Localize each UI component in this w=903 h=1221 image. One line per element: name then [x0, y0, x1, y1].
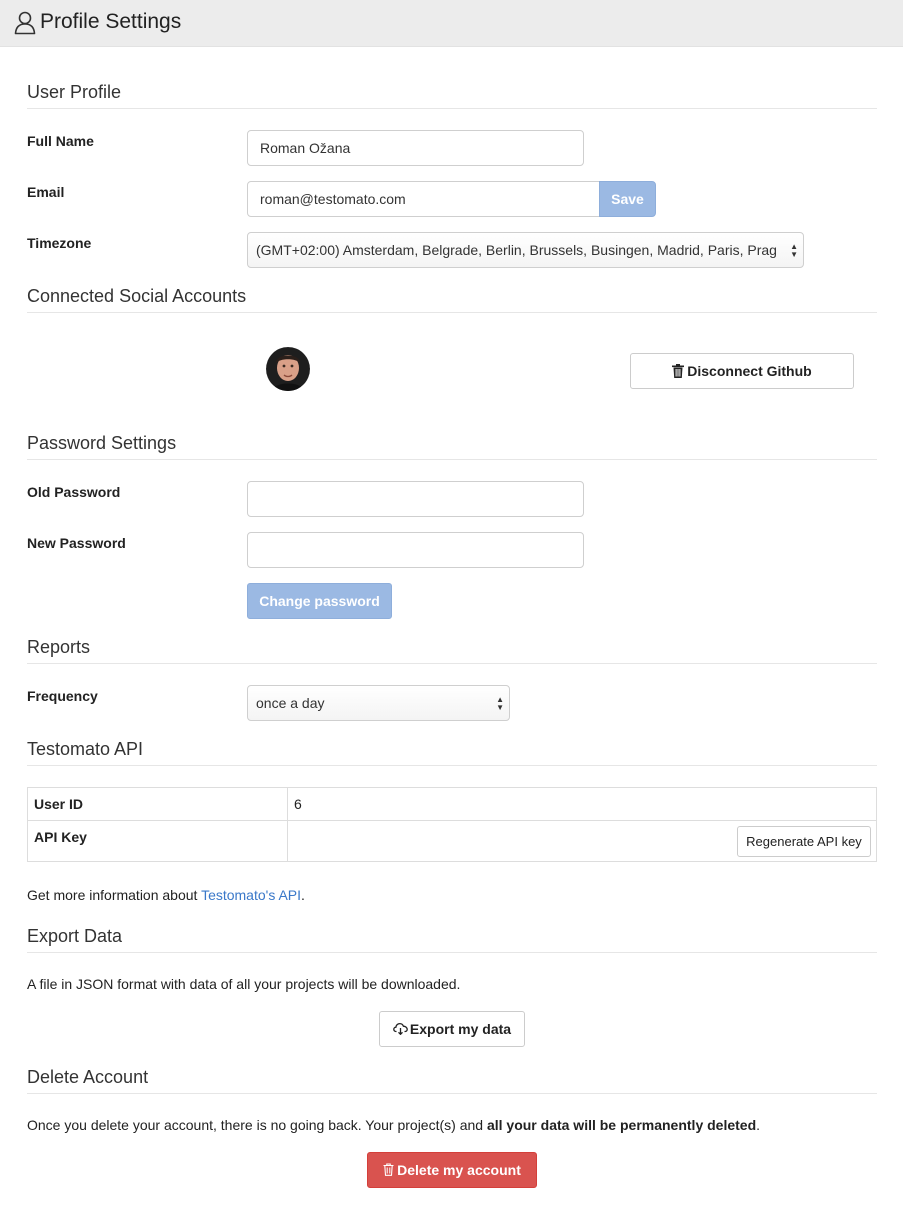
page-title: Profile Settings — [40, 10, 182, 33]
frequency-value: once a day — [256, 695, 325, 711]
new-password-label: New Password — [27, 535, 126, 551]
export-data-button[interactable]: Export my data — [379, 1011, 525, 1047]
timezone-value: (GMT+02:00) Amsterdam, Belgrade, Berlin,… — [256, 242, 777, 258]
api-docs-link[interactable]: Testomato's API — [201, 887, 301, 903]
avatar-image — [266, 347, 310, 391]
timezone-select[interactable]: (GMT+02:00) Amsterdam, Belgrade, Berlin,… — [247, 232, 804, 268]
trash-icon — [672, 363, 685, 378]
user-id-label: User ID — [34, 796, 84, 812]
avatar — [266, 347, 310, 391]
table-row — [28, 788, 876, 821]
timezone-label: Timezone — [27, 235, 92, 251]
api-info-text: Get more information about Testomato's A… — [27, 887, 305, 903]
trash-icon — [383, 1163, 394, 1177]
new-password-input[interactable] — [247, 532, 584, 568]
export-description: A file in JSON format with data of all y… — [27, 976, 461, 992]
section-title-user-profile: User Profile — [27, 82, 877, 109]
delete-account-label: Delete my account — [397, 1162, 521, 1178]
section-title-delete: Delete Account — [27, 1067, 877, 1094]
change-password-button[interactable]: Change password — [247, 583, 392, 619]
old-password-input[interactable] — [247, 481, 584, 517]
save-email-button[interactable]: Save — [599, 181, 656, 217]
delete-warning-text: Once you delete your account, there is n… — [27, 1117, 761, 1133]
section-title-password: Password Settings — [27, 433, 877, 460]
user-id-value: 6 — [294, 796, 302, 812]
full-name-input[interactable]: Roman Ožana — [247, 130, 584, 166]
section-title-social: Connected Social Accounts — [27, 286, 877, 313]
section-title-api: Testomato API — [27, 739, 877, 766]
email-input[interactable]: roman@testomato.com — [247, 181, 600, 217]
top-bar: Profile Settings — [0, 0, 903, 47]
old-password-label: Old Password — [27, 484, 121, 500]
disconnect-github-label: Disconnect Github — [687, 363, 812, 379]
delete-account-button[interactable]: Delete my account — [367, 1152, 537, 1188]
regenerate-api-key-button[interactable]: Regenerate API key — [737, 826, 871, 857]
api-key-label: API Key — [34, 829, 87, 845]
frequency-label: Frequency — [27, 688, 98, 704]
section-title-export: Export Data — [27, 926, 877, 953]
full-name-label: Full Name — [27, 133, 94, 149]
frequency-select[interactable]: once a day ▲ ▼ — [247, 685, 510, 721]
email-label: Email — [27, 184, 65, 200]
select-arrows-icon: ▲ ▼ — [790, 242, 798, 259]
disconnect-github-button[interactable]: Disconnect Github — [630, 353, 854, 389]
select-arrows-icon: ▲ ▼ — [496, 695, 504, 712]
export-data-label: Export my data — [409, 1021, 512, 1037]
section-title-reports: Reports — [27, 637, 877, 664]
cloud-download-icon — [393, 1023, 408, 1036]
api-table: User ID 6 API Key Regenerate API key — [27, 787, 877, 862]
user-icon — [14, 11, 36, 35]
